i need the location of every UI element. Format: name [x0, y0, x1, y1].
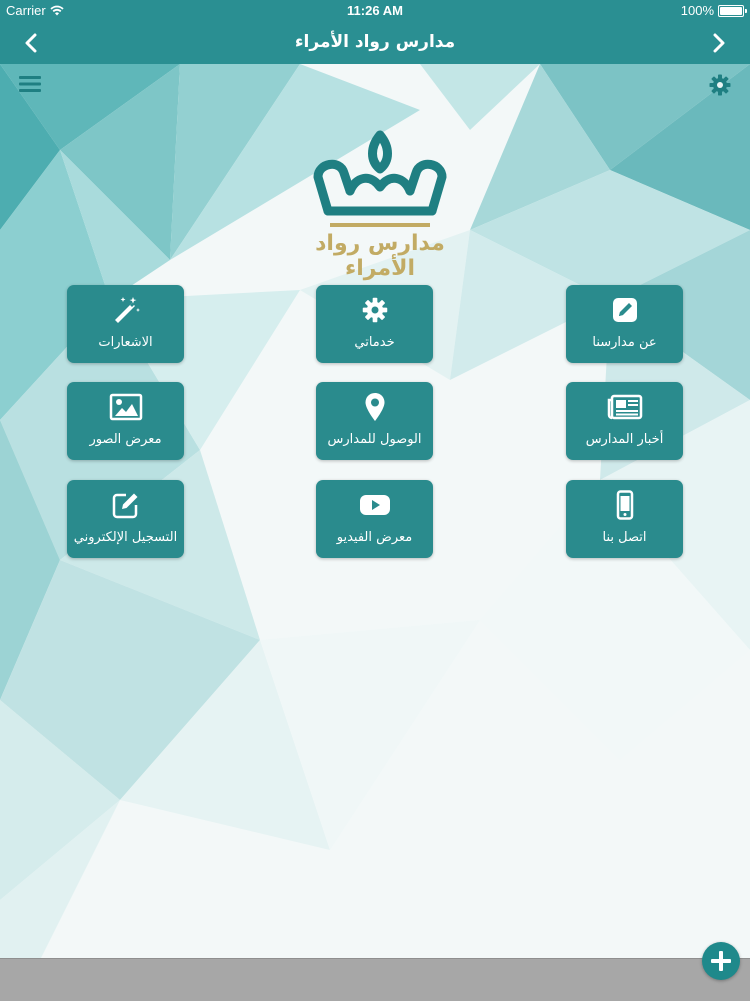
- tile-school-news[interactable]: أخبار المدارس: [566, 382, 683, 460]
- chevron-right-icon: [713, 33, 725, 53]
- tile-photo-gallery[interactable]: معرض الصور: [67, 382, 184, 460]
- image-icon: [109, 393, 142, 421]
- tile-contact-us[interactable]: اتصل بنا: [566, 480, 683, 558]
- bottom-bar: [0, 958, 750, 1001]
- newspaper-icon: [607, 394, 642, 420]
- edit-square-icon: [612, 298, 637, 322]
- tile-label: خدماتي: [354, 335, 395, 350]
- tile-label: معرض الصور: [89, 432, 162, 447]
- map-marker-icon: [365, 393, 384, 421]
- tile-label: أخبار المدارس: [585, 432, 664, 447]
- mobile-phone-icon: [616, 490, 633, 520]
- forward-button[interactable]: [704, 30, 734, 56]
- navigation-bar: مدارس رواد الأمراء: [0, 22, 750, 64]
- logo-text: مدارس رواد الأمراء: [315, 231, 445, 281]
- pencil-square-icon: [112, 493, 137, 519]
- tile-label: الاشعارات: [98, 335, 153, 350]
- tile-label: اتصل بنا: [602, 530, 647, 545]
- status-bar: Carrier 11:26 AM 100%: [0, 0, 750, 22]
- crown-logo-icon: [313, 130, 447, 227]
- tile-label: الوصول للمدارس: [327, 432, 422, 447]
- settings-button[interactable]: [708, 73, 732, 97]
- gear-icon: [362, 297, 387, 323]
- tile-directions-to-schools[interactable]: الوصول للمدارس: [316, 382, 433, 460]
- gear-icon: [709, 74, 731, 96]
- youtube-play-icon: [359, 495, 390, 515]
- page-title: مدارس رواد الأمراء: [294, 32, 456, 52]
- tile-notifications[interactable]: الاشعارات: [67, 285, 184, 363]
- school-logo: مدارس رواد الأمراء: [300, 125, 460, 281]
- hamburger-menu-icon: [19, 76, 41, 92]
- tile-label: عن مدارسنا: [592, 335, 657, 350]
- tile-video-gallery[interactable]: معرض الفيديو: [316, 480, 433, 558]
- tile-my-services[interactable]: خدماتي: [316, 285, 433, 363]
- add-button[interactable]: [702, 942, 740, 980]
- tile-online-registration[interactable]: التسجيل الإلكتروني: [67, 480, 184, 558]
- battery-indicator: 100%: [680, 3, 747, 18]
- tile-label: التسجيل الإلكتروني: [73, 530, 178, 545]
- magic-wand-icon: [114, 297, 140, 323]
- menu-button[interactable]: [18, 73, 42, 95]
- battery-icon: [718, 4, 747, 17]
- status-time: 11:26 AM: [347, 3, 403, 18]
- tile-about-our-schools[interactable]: عن مدارسنا: [566, 285, 683, 363]
- tile-label: معرض الفيديو: [336, 530, 413, 545]
- battery-percentage: 100%: [680, 3, 714, 18]
